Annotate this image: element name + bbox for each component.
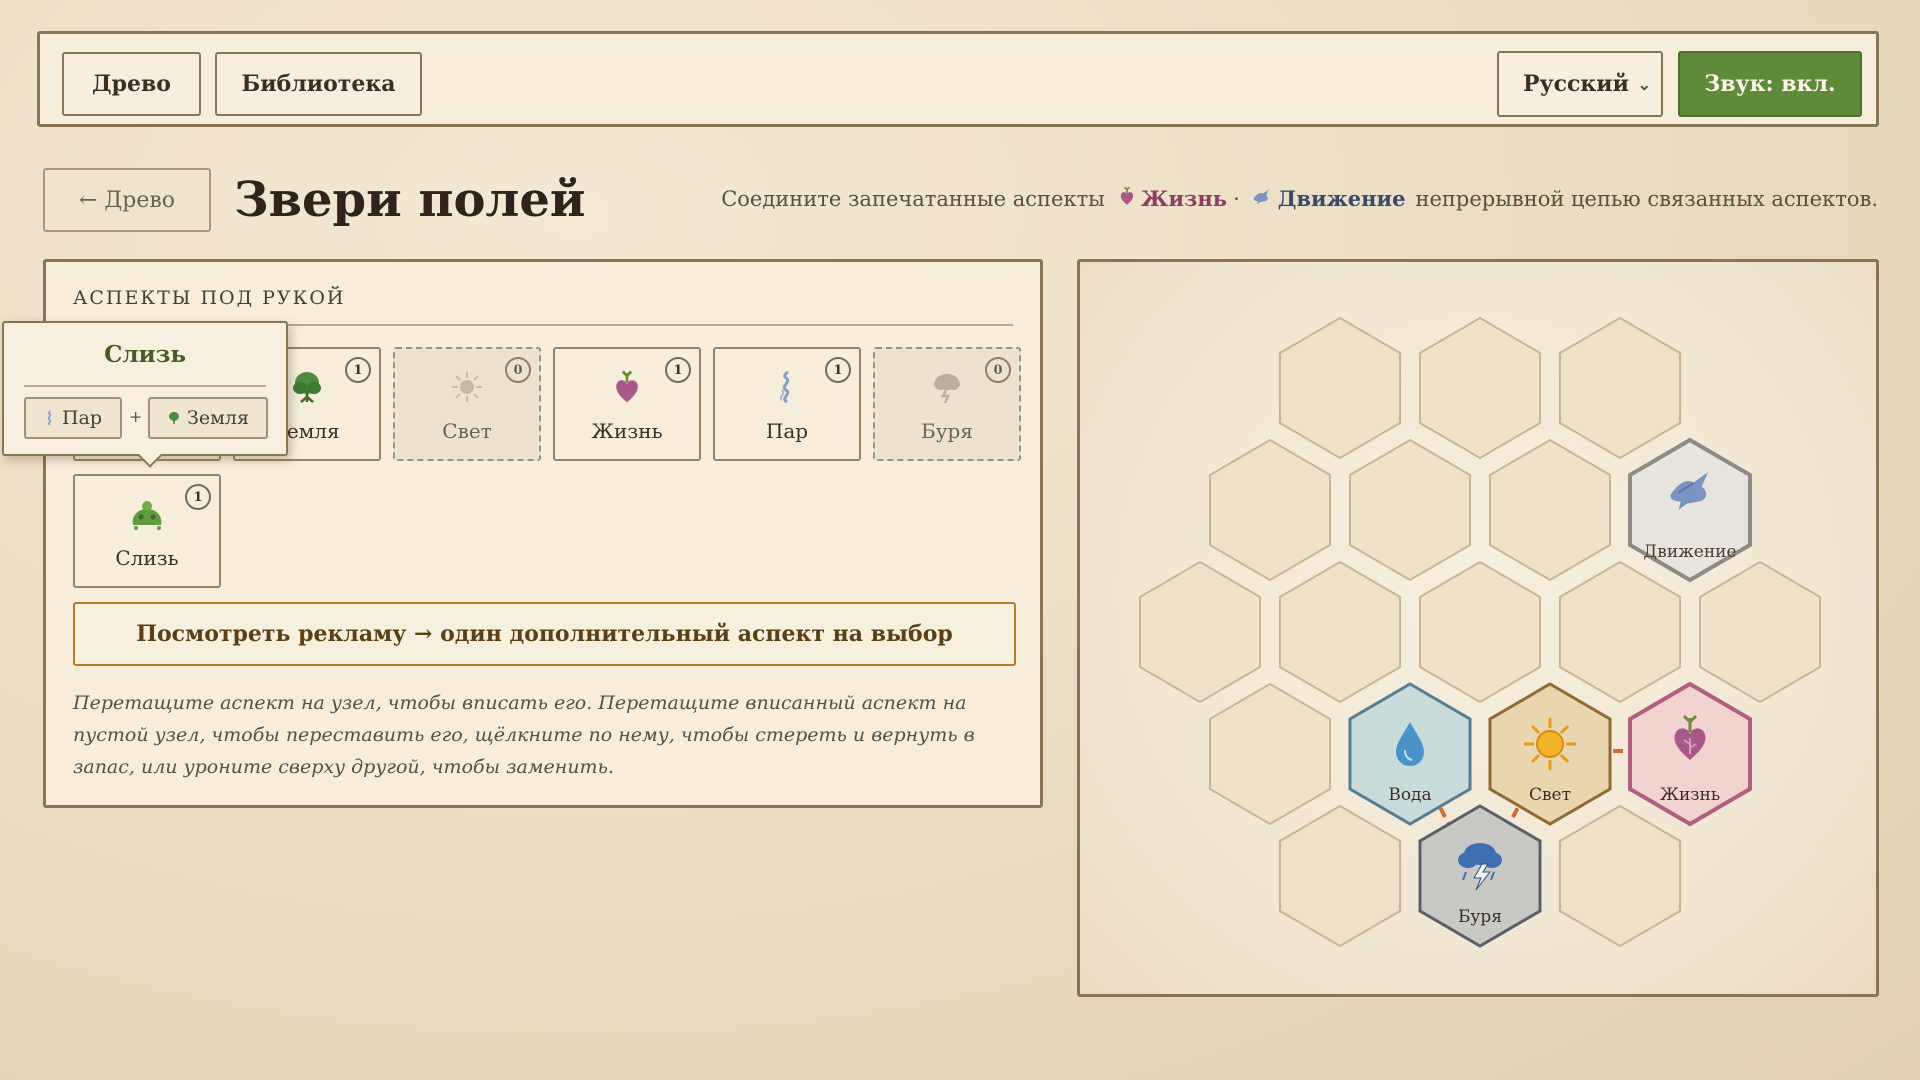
objective-prefix: Соедините запечатанные аспекты [721, 187, 1105, 211]
earth-icon [169, 411, 179, 425]
card-label: Пар [765, 419, 809, 443]
hand-card-life[interactable]: 1 Жизнь [553, 347, 701, 461]
page-title: Звери полей [234, 172, 586, 228]
back-to-tree-button[interactable]: ← Древо [43, 168, 211, 232]
hex-node-empty[interactable] [1139, 560, 1261, 704]
hex-node-label: Свет [1529, 785, 1571, 805]
hex-node-empty[interactable] [1279, 804, 1401, 948]
hex-node-empty[interactable] [1699, 560, 1821, 704]
language-select[interactable]: Русский ⌄ [1497, 51, 1663, 117]
hand-card-steam[interactable]: 1 Пар [713, 347, 861, 461]
hex-node-empty[interactable] [1559, 560, 1681, 704]
hex-node-motion[interactable]: Движение [1628, 437, 1752, 583]
recipe-ingredient-earth: Земля [148, 397, 268, 439]
hex-board: Движение Вода Свет Жизнь Буря [1077, 259, 1879, 997]
ingredient-label: Земля [187, 407, 249, 429]
hex-node-life[interactable]: Жизнь [1628, 681, 1752, 827]
hex-node-label: Буря [1458, 907, 1502, 927]
sound-toggle-button[interactable]: Звук: вкл. [1678, 51, 1862, 117]
recipe-ingredient-steam: Пар [24, 397, 122, 439]
steam-icon [47, 410, 52, 426]
tooltip-title: Слизь [104, 341, 186, 368]
hex-node-label: Жизнь [1660, 785, 1720, 805]
hex-node-empty[interactable] [1419, 316, 1541, 460]
card-label: Свет [442, 419, 492, 443]
hex-node-empty[interactable] [1209, 682, 1331, 826]
hex-node-empty[interactable] [1489, 438, 1611, 582]
hex-node-storm[interactable]: Буря [1418, 804, 1542, 948]
chevron-down-icon: ⌄ [1637, 75, 1651, 94]
objective-aspect-life: Жизнь [1140, 186, 1228, 211]
watch-ad-button[interactable]: Посмотреть рекламу → один дополнительный… [73, 602, 1016, 666]
language-select-value: Русский [1523, 71, 1629, 97]
hex-node-empty[interactable] [1279, 560, 1401, 704]
light-icon [395, 367, 539, 407]
steam-icon [715, 367, 859, 407]
hex-node-empty[interactable] [1349, 438, 1471, 582]
hex-node-light[interactable]: Свет [1488, 682, 1612, 826]
hex-node-empty[interactable] [1419, 560, 1541, 704]
hex-node-empty[interactable] [1559, 804, 1681, 948]
card-label: Жизнь [591, 419, 663, 443]
top-bar: Древо Библиотека Русский ⌄ Звук: вкл. [37, 31, 1879, 127]
hex-node-label: Вода [1388, 785, 1431, 805]
library-button[interactable]: Библиотека [215, 52, 422, 116]
recipe-tooltip: Слизь Пар + Земля [2, 321, 288, 468]
storm-icon [875, 367, 1019, 407]
hand-heading: АСПЕКТЫ ПОД РУКОЙ [73, 287, 346, 309]
hex-node-water[interactable]: Вода [1348, 682, 1472, 826]
slime-icon [75, 494, 219, 534]
objective-suffix: непрерывной цепью связанных аспектов. [1415, 187, 1878, 211]
hex-node-empty[interactable] [1559, 316, 1681, 460]
divider [24, 385, 266, 387]
life-icon [1119, 182, 1135, 216]
hex-node-empty[interactable] [1279, 316, 1401, 460]
ingredient-label: Пар [61, 407, 103, 429]
life-icon [555, 367, 699, 407]
help-text: Перетащите аспект на узел, чтобы вписать… [73, 692, 975, 778]
tree-button[interactable]: Древо [62, 52, 201, 116]
dove-icon [1252, 182, 1272, 216]
hex-node-label: Движение [1643, 542, 1736, 562]
hex-node-empty[interactable] [1209, 438, 1331, 582]
objective-text: Соедините запечатанные аспекты Жизнь · Д… [721, 182, 1878, 216]
objective-aspect-motion: Движение [1277, 186, 1406, 211]
recipe-plus: + [129, 407, 143, 426]
hand-card-light[interactable]: 0 Свет [393, 347, 541, 461]
card-label: Буря [921, 419, 973, 443]
hand-card-slime[interactable]: 1 Слизь [73, 474, 221, 588]
hand-card-storm[interactable]: 0 Буря [873, 347, 1021, 461]
hex-grid: Движение Вода Свет Жизнь Буря [1139, 316, 1821, 948]
card-label: Слизь [115, 546, 179, 570]
objective-separator: · [1233, 187, 1240, 211]
